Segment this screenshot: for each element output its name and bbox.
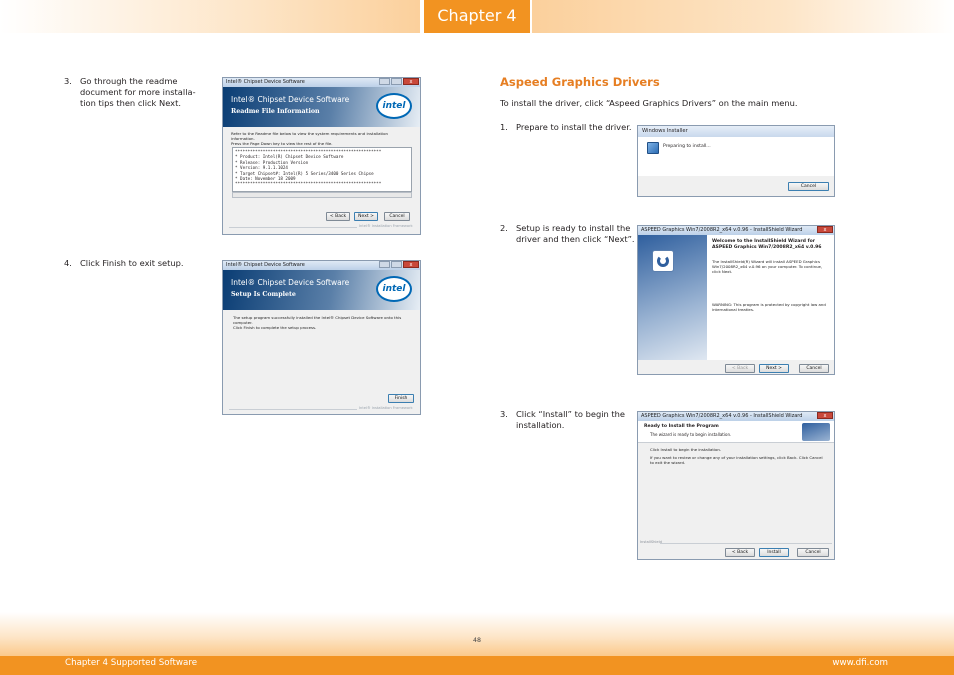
ready-header: Ready to Install the Program The wizard … [638, 421, 834, 443]
footer-rule [660, 543, 832, 544]
intro-text: To install the driver, click “Aspeed Gra… [500, 98, 798, 108]
intel-banner: Intel® Chipset Device Software Readme Fi… [223, 87, 420, 127]
footer-chapter-label: Chapter 4 Supported Software [65, 658, 198, 668]
readme-line: ****************************************… [235, 181, 382, 187]
step-3-left: 3. Go through the readme document for mo… [64, 76, 204, 109]
header-band-left [0, 0, 420, 33]
step-text: Click Finish to exit setup. [80, 258, 184, 268]
step-1-right: 1. Prepare to install the driver. [500, 122, 640, 133]
footer-rule [229, 227, 357, 228]
installshield-icon [802, 423, 830, 441]
window-title: ASPEED Graphics Win7/2008R2_x64 v.0.96 -… [641, 227, 803, 233]
cancel-button: Cancel [788, 182, 829, 191]
minimize-icon [379, 261, 390, 268]
step-number: 4. [64, 258, 72, 268]
instruction-line: Refer to the Readme file below to view t… [231, 131, 388, 141]
ready-line: If you want to review or change any of y… [650, 455, 823, 465]
step-text-line: document for more installa- [80, 87, 196, 97]
page-number: 48 [472, 637, 481, 644]
footer-website: www.dfi.com [832, 658, 888, 668]
window-titlebar: Intel® Chipset Device Software x [223, 261, 420, 270]
back-button: < Back [725, 548, 755, 557]
header-band-right [532, 0, 954, 33]
ready-wizard-screenshot: ASPEED Graphics Win7/2008R2_x64 v.0.96 -… [637, 411, 835, 560]
message-line: The setup program successfully installed… [233, 315, 402, 325]
installer-icon [647, 142, 659, 154]
window-titlebar: ASPEED Graphics Win7/2008R2_x64 v.0.96 -… [638, 412, 834, 421]
footer-rule [229, 409, 357, 410]
step-number: 3. [64, 76, 72, 86]
step-number: 3. [500, 409, 508, 419]
step-number: 1. [500, 122, 508, 132]
installer-titlebar: Windows Installer [638, 126, 834, 137]
cancel-button: Cancel [799, 364, 829, 373]
banner-title: Intel® Chipset Device Software [231, 95, 350, 104]
ready-subheading: The wizard is ready to begin installatio… [650, 432, 732, 437]
instruction-line: Press the Page Down key to view the rest… [231, 141, 333, 146]
window-title: ASPEED Graphics Win7/2008R2_x64 v.0.96 -… [641, 413, 803, 419]
next-button: Next > [759, 364, 789, 373]
horizontal-scrollbar [232, 192, 412, 198]
ready-line: Click Install to begin the installation. [650, 447, 722, 452]
banner-subtitle: Setup Is Complete [231, 291, 296, 298]
installshield-label: InstallShield [640, 540, 662, 544]
next-button: Next > [354, 212, 378, 221]
windows-installer-screenshot: Windows Installer Preparing to install..… [637, 125, 835, 197]
close-icon: x [817, 226, 833, 233]
welcome-wizard-screenshot: ASPEED Graphics Win7/2008R2_x64 v.0.96 -… [637, 225, 835, 375]
maximize-icon [391, 261, 402, 268]
framework-label: Intel® Installation Framework [359, 224, 413, 228]
back-button: < Back [326, 212, 350, 221]
section-heading: Aspeed Graphics Drivers [500, 75, 660, 89]
installshield-icon [652, 250, 674, 272]
window-titlebar: ASPEED Graphics Win7/2008R2_x64 v.0.96 -… [638, 226, 834, 235]
message-line: Click Finish to complete the setup proce… [233, 325, 317, 330]
back-button: < Back [725, 364, 755, 373]
welcome-description: The InstallShield(R) Wizard will install… [712, 259, 823, 274]
maximize-icon [391, 78, 402, 85]
close-icon: x [817, 412, 833, 419]
framework-label: Intel® Installation Framework [359, 406, 413, 410]
window-title: Intel® Chipset Device Software [226, 79, 305, 85]
step-text: Prepare to install the driver. [516, 122, 632, 132]
step-3-right: 3. Click “Install” to begin the installa… [500, 409, 640, 431]
cancel-button: Cancel [384, 212, 410, 221]
step-text-line: Click “Install” to begin the [516, 409, 626, 419]
step-4-left: 4. Click Finish to exit setup. [64, 258, 204, 269]
install-button: Install [759, 548, 789, 557]
step-text-line: installation. [516, 420, 565, 430]
intel-banner: Intel® Chipset Device Software Setup Is … [223, 270, 420, 310]
step-number: 2. [500, 223, 508, 233]
ready-heading: Ready to Install the Program [644, 424, 719, 429]
close-icon: x [403, 78, 419, 85]
intel-logo-icon: intel [376, 276, 412, 302]
chapter-tab: Chapter 4 [424, 0, 530, 33]
step-2-right: 2. Setup is ready to install the driver … [500, 223, 640, 245]
complete-window-screenshot: Intel® Chipset Device Software x Intel® … [222, 260, 421, 415]
banner-title: Intel® Chipset Device Software [231, 278, 350, 287]
preparing-text: Preparing to install... [663, 144, 711, 149]
step-text-line: tion tips then click Next. [80, 98, 181, 108]
copyright-warning: WARNING: This program is protected by co… [712, 302, 826, 312]
readme-textbox: ****************************************… [232, 147, 412, 192]
wizard-side-panel [638, 235, 707, 360]
readme-window-screenshot: Intel® Chipset Device Software x Intel® … [222, 77, 421, 235]
minimize-icon [379, 78, 390, 85]
welcome-heading-line: ASPEED Graphics Win7/2008R2_x64 v.0.96 [712, 245, 822, 250]
window-titlebar: Intel® Chipset Device Software x [223, 78, 420, 87]
step-text-line: Setup is ready to install the [516, 223, 631, 233]
close-icon: x [403, 261, 419, 268]
intel-logo-icon: intel [376, 93, 412, 119]
step-text-line: driver and then click “Next”. [516, 234, 635, 244]
banner-subtitle: Readme File Information [231, 108, 320, 115]
finish-button: Finish [388, 394, 414, 403]
step-text-line: Go through the readme [80, 76, 178, 86]
window-title: Intel® Chipset Device Software [226, 262, 305, 268]
cancel-button: Cancel [797, 548, 829, 557]
